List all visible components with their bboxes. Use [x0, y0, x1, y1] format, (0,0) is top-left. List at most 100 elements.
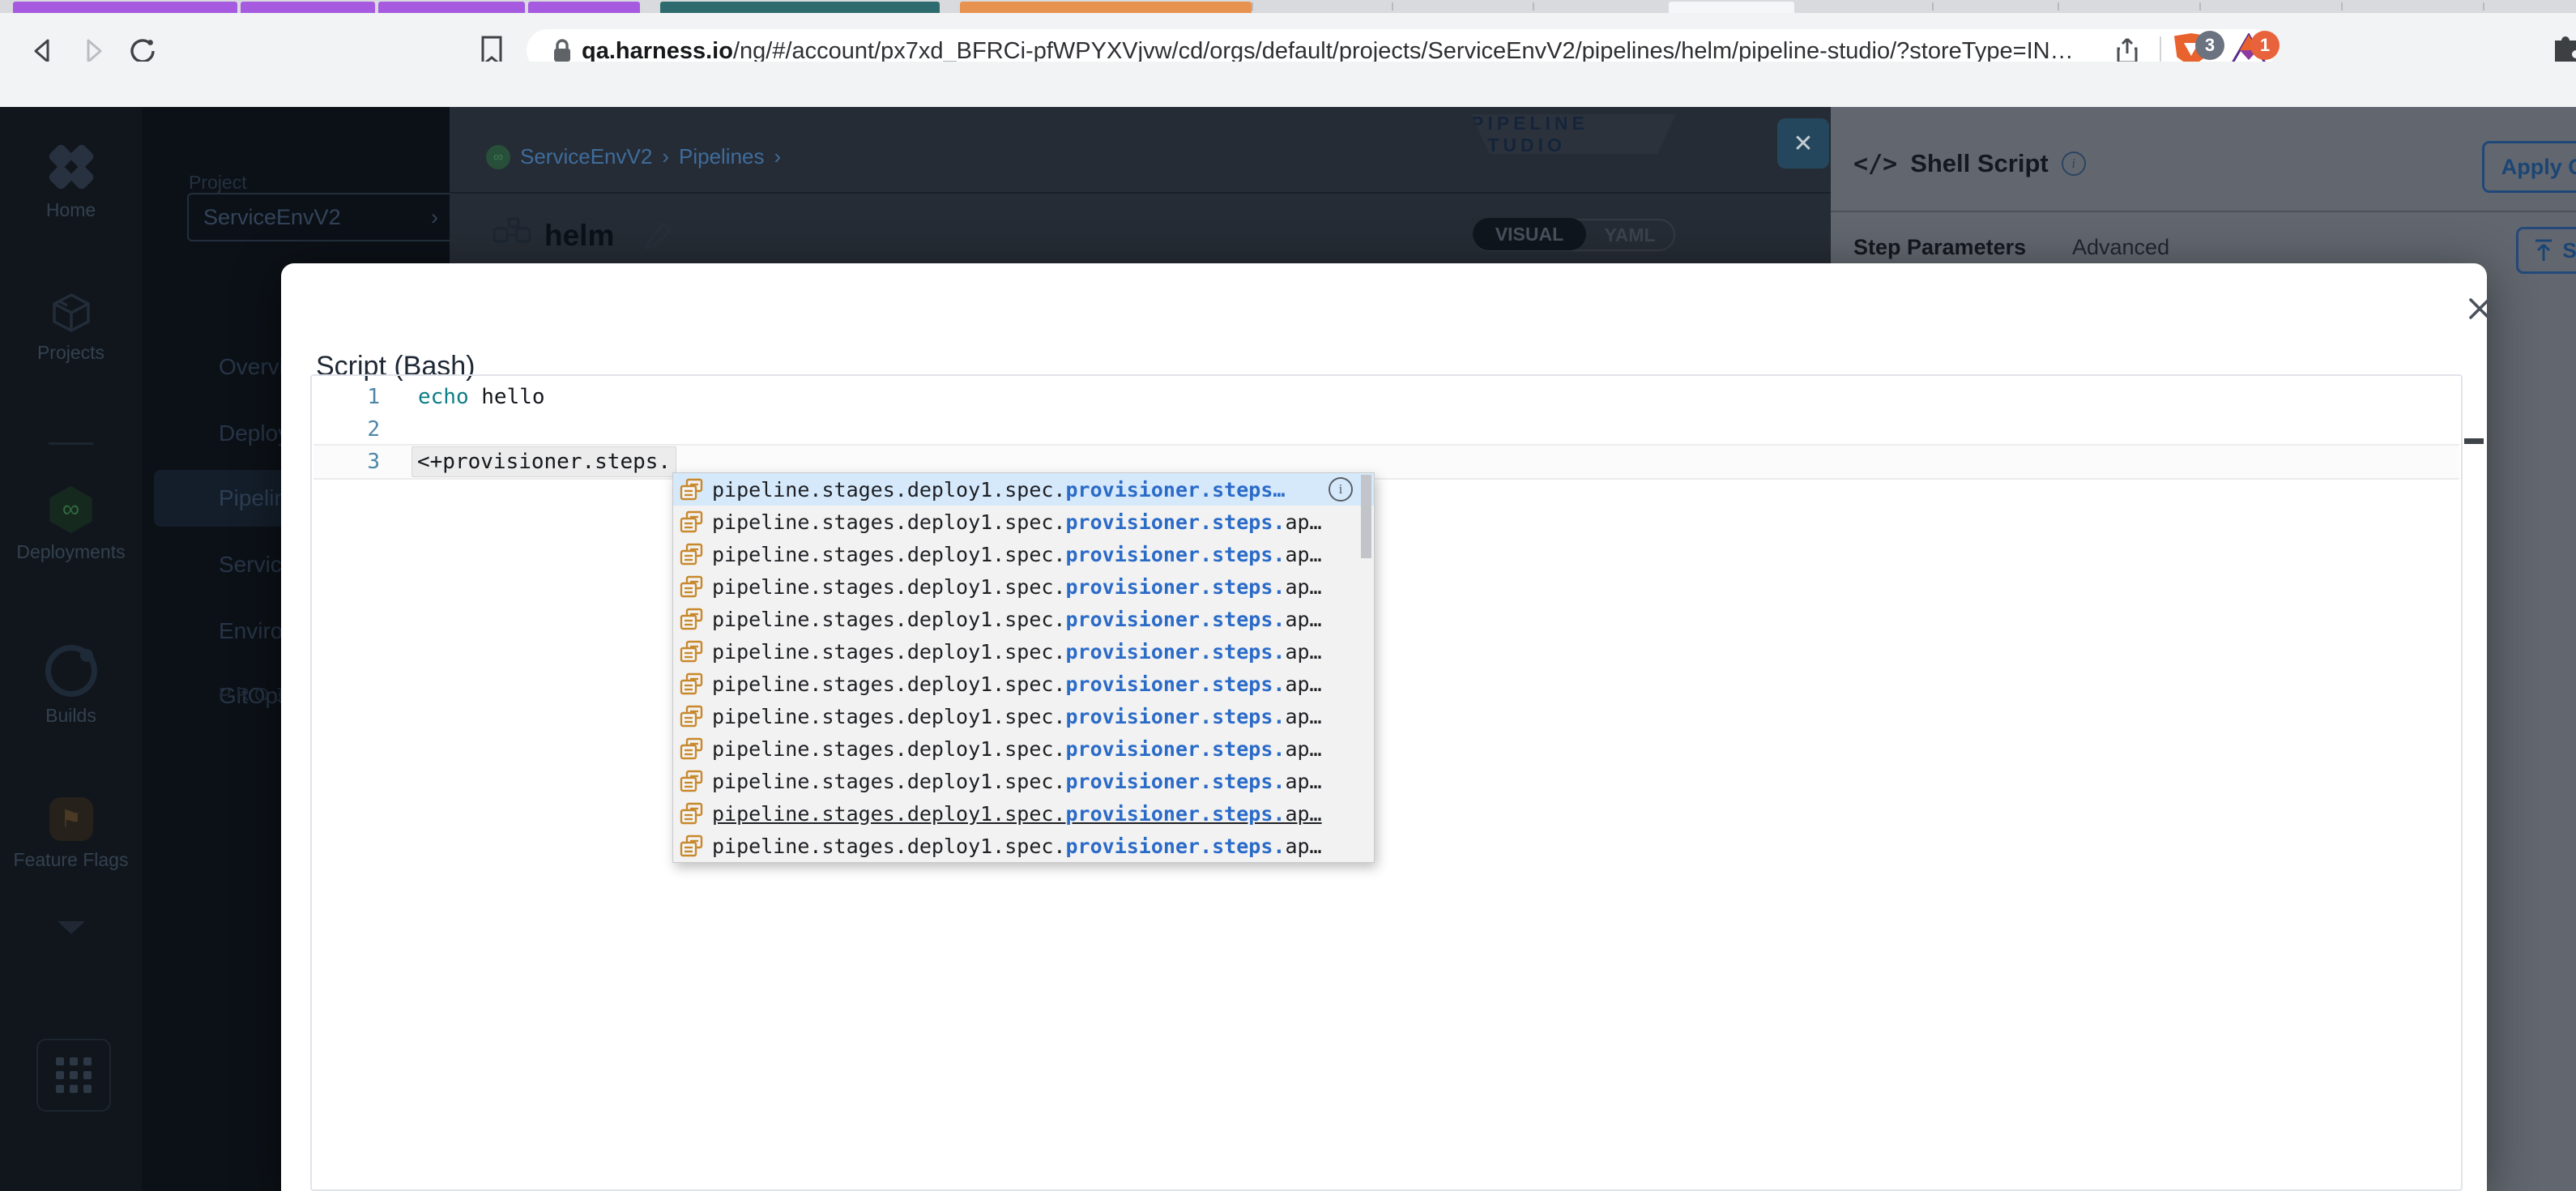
autocomplete-item[interactable]: pipeline.stages.deploy1.spec.provisioner… — [673, 830, 1374, 862]
autocomplete-rows: pipeline.stages.deploy1.spec.provisioner… — [673, 473, 1374, 862]
modal-close-button[interactable] — [2460, 289, 2499, 328]
code-keyword: echo — [418, 385, 469, 409]
expression-chip: <+provisioner.steps. — [412, 446, 677, 477]
toggle-visual[interactable]: VISUAL — [1473, 218, 1586, 250]
browser-tab[interactable] — [960, 2, 1252, 13]
browser-toolbar: qa.harness.io/ng/#/account/px7xd_BFRCi-p… — [0, 13, 2576, 71]
editor-line-2: 2 — [312, 413, 2461, 446]
project-selector-value: ServiceEnvV2 — [203, 204, 341, 229]
lock-icon — [554, 39, 570, 62]
autocomplete-item[interactable]: pipeline.stages.deploy1.spec.provisioner… — [673, 538, 1374, 570]
canvas-header-divider — [450, 192, 1831, 194]
autocomplete-item-text: pipeline.stages.deploy1.spec.provisioner… — [712, 769, 1322, 793]
autocomplete-item[interactable]: pipeline.stages.deploy1.spec.provisioner… — [673, 765, 1374, 797]
tab-separator — [1533, 2, 1534, 11]
feature-flags-icon: ⚑ — [49, 797, 93, 841]
info-icon[interactable]: i — [2061, 152, 2086, 176]
project-section-label: Project — [189, 172, 247, 193]
browser-tab[interactable] — [660, 2, 940, 13]
edit-pencil-icon[interactable] — [644, 220, 673, 253]
tab-separator — [2341, 2, 2343, 11]
sidebar-item-projects[interactable]: Projects — [0, 292, 142, 364]
browser-tab[interactable] — [241, 2, 375, 13]
autocomplete-item-text: pipeline.stages.deploy1.spec.provisioner… — [712, 801, 1322, 826]
sidebar-item-label: Projects — [36, 342, 105, 363]
tab-step-parameters[interactable]: Step Parameters — [1853, 235, 2026, 260]
breadcrumb[interactable]: ∞ ServiceEnvV2 › Pipelines › — [486, 144, 781, 169]
breadcrumb-project[interactable]: ServiceEnvV2 — [520, 144, 652, 169]
tab-separator — [1252, 2, 1253, 11]
pipeline-icon — [493, 217, 531, 243]
deployments-icon: ∞ — [49, 486, 92, 533]
toggle-yaml[interactable]: YAML — [1586, 224, 1674, 246]
autocomplete-item-text: pipeline.stages.deploy1.spec.provisioner… — [712, 510, 1322, 534]
suggest-field-icon — [680, 575, 703, 598]
share-icon[interactable] — [2116, 37, 2139, 65]
tab-separator — [1392, 2, 1393, 11]
suggest-field-icon — [680, 608, 703, 630]
sidebar-item-builds[interactable]: Builds — [0, 645, 142, 727]
harness-logo-icon — [36, 133, 105, 202]
project-selector[interactable]: ServiceEnvV2 › — [187, 193, 454, 241]
autocomplete-item[interactable]: pipeline.stages.deploy1.spec.provisioner… — [673, 797, 1374, 830]
pipeline-studio-badge: PIPELINE STUDIO — [1471, 114, 1676, 154]
script-code-editor[interactable]: 1 echo hello 2 3 <+provisioner.steps. — [310, 374, 2463, 1191]
tab-separator — [2058, 2, 2059, 11]
autocomplete-item-text: pipeline.stages.deploy1.spec.provisioner… — [712, 542, 1322, 566]
chevron-down-icon[interactable] — [55, 919, 87, 937]
chevron-right-icon: › — [431, 204, 438, 229]
breadcrumb-separator: › — [774, 144, 782, 169]
harness-sidebar-rail: Home Projects ∞ Deployments Builds ⚑ Fea… — [0, 107, 142, 1191]
browser-tab[interactable] — [13, 2, 237, 13]
bat-badge: 1 — [2250, 31, 2280, 60]
dropdown-scrollbar[interactable] — [1361, 475, 1371, 558]
autocomplete-item[interactable]: pipeline.stages.deploy1.spec.provisioner… — [673, 473, 1374, 506]
line-number: 2 — [367, 417, 380, 442]
sidebar-item-label: Builds — [45, 705, 96, 726]
tab-advanced[interactable]: Advanced — [2072, 235, 2169, 260]
suggest-field-icon — [680, 835, 703, 857]
suggest-field-icon — [680, 672, 703, 695]
apps-grid-button[interactable] — [36, 1039, 111, 1112]
suggest-field-icon — [680, 478, 703, 501]
autocomplete-item[interactable]: pipeline.stages.deploy1.spec.provisioner… — [673, 700, 1374, 732]
save-as-template-label: S — [2562, 237, 2576, 263]
visual-yaml-toggle: VISUAL YAML — [1473, 218, 1675, 251]
editor-line-1: 1 echo hello — [312, 381, 2461, 413]
suggest-field-icon — [680, 770, 703, 792]
autocomplete-item[interactable]: pipeline.stages.deploy1.spec.provisioner… — [673, 603, 1374, 635]
studio-close-button[interactable]: ✕ — [1777, 118, 1829, 169]
autocomplete-item[interactable]: pipeline.stages.deploy1.spec.provisioner… — [673, 506, 1374, 538]
autocomplete-item-text: pipeline.stages.deploy1.spec.provisioner… — [712, 672, 1322, 696]
autocomplete-item[interactable]: pipeline.stages.deploy1.spec.provisioner… — [673, 570, 1374, 603]
autocomplete-item[interactable]: pipeline.stages.deploy1.spec.provisioner… — [673, 635, 1374, 668]
browser-tab[interactable] — [528, 2, 640, 13]
builds-icon — [45, 645, 97, 697]
suggest-field-icon — [680, 510, 703, 533]
autocomplete-item[interactable]: pipeline.stages.deploy1.spec.provisioner… — [673, 732, 1374, 765]
sidebar-item-label: Feature Flags — [13, 849, 129, 870]
save-as-template-button[interactable]: S — [2516, 227, 2576, 274]
apply-changes-button[interactable]: Apply Ch — [2482, 141, 2576, 193]
sidebar-item-label: Deployments — [16, 541, 126, 562]
autocomplete-item[interactable]: pipeline.stages.deploy1.spec.provisioner… — [673, 668, 1374, 700]
shell-script-icon: </> — [1853, 149, 1898, 178]
sidebar-item-feature-flags[interactable]: ⚑ Feature Flags — [0, 797, 142, 871]
brave-shield-badge: 3 — [2195, 31, 2224, 60]
sidebar-item-label: Home — [45, 199, 96, 220]
autocomplete-item-text: pipeline.stages.deploy1.spec.provisioner… — [712, 574, 1322, 599]
pipeline-name: helm — [544, 219, 615, 252]
breadcrumb-pipelines[interactable]: Pipelines — [679, 144, 765, 169]
tab-separator — [2199, 2, 2201, 11]
overview-ruler-marker — [2464, 438, 2484, 444]
suggest-field-icon — [680, 640, 703, 663]
sidebar-item-home[interactable]: Home — [0, 143, 142, 221]
project-avatar-icon: ∞ — [486, 144, 510, 169]
browser-tab[interactable] — [378, 2, 525, 13]
line-number: 3 — [367, 450, 380, 474]
autocomplete-item-text: pipeline.stages.deploy1.spec.provisioner… — [712, 704, 1322, 728]
autocomplete-dropdown: pipeline.stages.deploy1.spec.provisioner… — [672, 472, 1375, 863]
browser-tab[interactable] — [1669, 2, 1794, 13]
suggest-info-icon[interactable]: i — [1329, 477, 1353, 502]
sidebar-item-deployments[interactable]: ∞ Deployments — [0, 486, 142, 563]
